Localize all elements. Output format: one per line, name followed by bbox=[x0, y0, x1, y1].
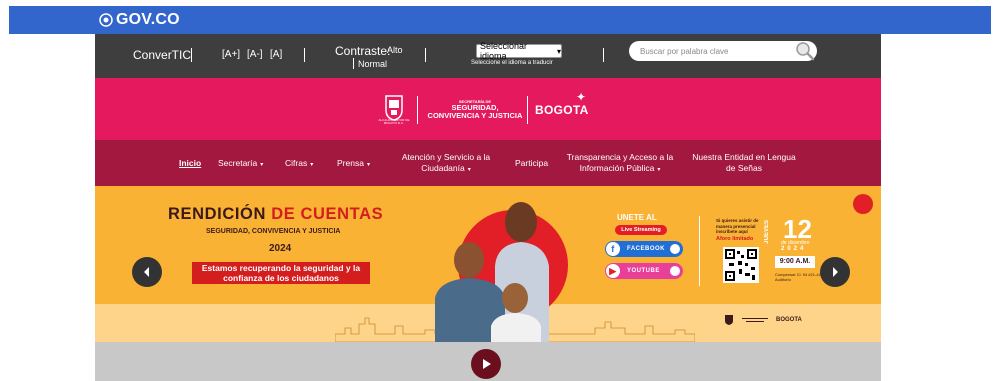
bogota-logo[interactable]: BOGOTA bbox=[535, 103, 589, 117]
chevron-right-icon bbox=[833, 267, 838, 277]
banner-title-part2: DE CUENTAS bbox=[271, 205, 384, 223]
event-weekday: JUEVES bbox=[764, 220, 770, 244]
contrast-label: Contraste: bbox=[335, 44, 391, 58]
hero-banner[interactable]: RENDICIÓN DE CUENTAS SEGURIDAD, CONVIVEN… bbox=[95, 186, 881, 342]
nav-item-atencion[interactable]: Atención y Servicio a la Ciudadanía ▾ bbox=[397, 152, 495, 176]
banner-title: RENDICIÓN DE CUENTAS bbox=[168, 205, 383, 224]
caret-down-icon: ▾ bbox=[366, 162, 370, 168]
main-navigation: Inicio Secretaría ▾ Cifras ▾ Prensa ▾ Atenc… bbox=[95, 140, 881, 186]
logo-divider bbox=[417, 96, 418, 124]
nav-label: Secretaría bbox=[218, 158, 258, 168]
carousel-prev-button[interactable] bbox=[132, 257, 162, 287]
nav-item-lengua-senas[interactable]: Nuestra Entidad en Lengua de Señas bbox=[689, 152, 799, 174]
youtube-icon: ▶ bbox=[606, 264, 620, 278]
logo-divider bbox=[527, 96, 528, 124]
nav-item-cifras[interactable]: Cifras ▾ bbox=[285, 158, 313, 171]
facebook-icon: f bbox=[606, 242, 620, 256]
banner-year: 2024 bbox=[269, 243, 292, 254]
nav-label: Participa bbox=[515, 158, 549, 168]
carousel-next-button[interactable] bbox=[820, 257, 850, 287]
caret-down-icon: ▾ bbox=[467, 167, 471, 173]
join-label: UNETE AL bbox=[617, 213, 657, 222]
caret-down-icon: ▾ bbox=[657, 167, 661, 173]
language-hint: Seleccione el idioma a traducir bbox=[471, 60, 553, 66]
nav-label: Atención y Servicio a la Ciudadanía bbox=[401, 152, 491, 173]
nav-label: Prensa bbox=[337, 158, 364, 168]
entity-header: ALCALDÍA MAYOR DE BOGOTÁ D.C. SECRETARÍA… bbox=[95, 78, 881, 140]
nav-item-transparencia[interactable]: Transparencia y Acceso a la Información … bbox=[565, 152, 675, 176]
nav-label: Cifras bbox=[285, 158, 308, 168]
nav-item-prensa[interactable]: Prensa ▾ bbox=[337, 158, 370, 171]
font-increase-button[interactable]: [A+] bbox=[222, 49, 240, 60]
media-strip bbox=[95, 342, 881, 381]
nav-item-secretaria[interactable]: Secretaría ▾ bbox=[218, 158, 263, 171]
toolbar-divider bbox=[353, 58, 354, 69]
banner-footer-logos: BOGOTA bbox=[724, 314, 802, 326]
chevron-down-icon: ▾ bbox=[556, 46, 561, 56]
convertic-link[interactable]: ConverTIC bbox=[133, 48, 191, 62]
carousel-play-button[interactable] bbox=[471, 349, 501, 379]
banner-subtitle: SEGURIDAD, CONVIVENCIA Y JUSTICIA bbox=[206, 228, 341, 235]
youtube-button[interactable]: ▶ YOUTUBE ▶ bbox=[605, 263, 683, 279]
banner-title-part1: RENDICIÓN bbox=[168, 205, 266, 223]
contrast-normal-button[interactable]: Normal bbox=[358, 59, 387, 69]
live-streaming-badge: Live Streaming bbox=[615, 225, 667, 235]
escudo-icon bbox=[725, 315, 733, 325]
caret-down-icon: ▾ bbox=[310, 162, 314, 168]
event-year: 2024 bbox=[781, 246, 807, 252]
play-icon: ▶ bbox=[670, 266, 680, 276]
search-field[interactable]: Buscar por palabra clave bbox=[629, 41, 817, 61]
event-time: 9:00 A.M. bbox=[775, 256, 815, 268]
nav-label: Nuestra Entidad en Lengua de Señas bbox=[692, 152, 796, 173]
font-decrease-button[interactable]: [A-] bbox=[247, 49, 263, 60]
caret-down-icon: ▾ bbox=[260, 162, 264, 168]
secretaria-logo-icon bbox=[742, 318, 768, 322]
register-info: Si quieres asistir de manera presencial … bbox=[716, 218, 759, 234]
language-select-value: Seleccionar idioma bbox=[480, 41, 528, 61]
colombia-shield-icon bbox=[99, 13, 113, 27]
accessibility-toolbar: ConverTIC [A+] [A-] [A] Contraste: Alto … bbox=[95, 34, 881, 78]
youtube-label: YOUTUBE bbox=[627, 268, 660, 274]
toolbar-divider bbox=[425, 48, 426, 62]
facebook-label: FACEBOOK bbox=[627, 246, 666, 252]
star-icon: ✦ bbox=[576, 90, 587, 104]
search-placeholder: Buscar por palabra clave bbox=[640, 46, 729, 56]
contrast-high-button[interactable]: Alto bbox=[387, 45, 403, 55]
banner-divider bbox=[699, 216, 700, 286]
gov-co-bar: GOV.CO bbox=[9, 6, 991, 34]
corner-badge bbox=[853, 194, 873, 214]
aforo-label: Aforo limitado bbox=[716, 236, 754, 242]
event-venue: Compensar Cl. 94 #21-42 Auditorio bbox=[775, 272, 821, 282]
qr-code-icon[interactable] bbox=[723, 247, 759, 283]
gov-co-text: GOV.CO bbox=[116, 11, 180, 28]
secretaria-name[interactable]: SEGURIDAD, CONVIVENCIA Y JUSTICIA bbox=[425, 104, 525, 119]
banner-footer-city: BOGOTA bbox=[776, 317, 802, 323]
play-icon: ▶ bbox=[670, 244, 680, 254]
citizens-photo bbox=[435, 202, 549, 342]
nav-item-inicio[interactable]: Inicio bbox=[179, 158, 201, 169]
chevron-left-icon bbox=[144, 267, 149, 277]
toolbar-divider bbox=[304, 48, 305, 62]
escudo-caption: ALCALDÍA MAYOR DE BOGOTÁ D.C. bbox=[378, 118, 410, 125]
page: GOV.CO ConverTIC [A+] [A-] [A] Contraste… bbox=[0, 0, 995, 381]
nav-item-participa[interactable]: Participa bbox=[515, 158, 548, 169]
toolbar-divider bbox=[191, 48, 192, 62]
toolbar-divider bbox=[603, 48, 604, 62]
nav-label: Inicio bbox=[179, 158, 202, 168]
facebook-button[interactable]: f FACEBOOK ▶ bbox=[605, 241, 683, 257]
banner-slogan: Estamos recuperando la seguridad y la co… bbox=[192, 262, 370, 284]
gov-co-logo[interactable]: GOV.CO bbox=[99, 11, 180, 29]
play-icon bbox=[483, 359, 491, 369]
search-icon[interactable] bbox=[795, 41, 815, 61]
font-reset-button[interactable]: [A] bbox=[270, 49, 282, 60]
language-select[interactable]: Seleccionar idioma ▾ bbox=[476, 41, 562, 61]
